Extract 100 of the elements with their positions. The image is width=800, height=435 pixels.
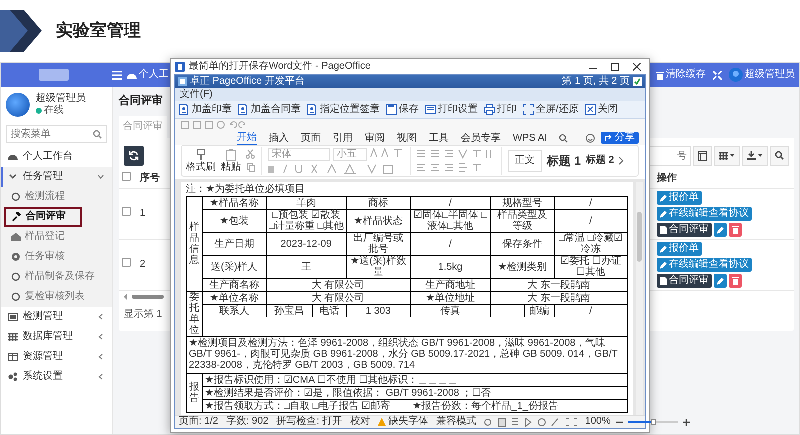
table-cell: 1.5kg: [410, 256, 492, 278]
table-cell-text: 大 东一段鹃南: [526, 292, 592, 304]
table-cell-text: /: [588, 214, 594, 228]
zoom-slider[interactable]: [628, 418, 678, 426]
user-menu[interactable]: 超级管理员: [729, 68, 795, 82]
ribbon-tab[interactable]: 插入: [269, 132, 289, 144]
ribbon-tab[interactable]: 视图: [397, 132, 417, 144]
clear-cache-link[interactable]: 清除缓存: [656, 69, 706, 81]
menu-item[interactable]: 文件(F): [180, 88, 213, 100]
status-item: 缺失字体: [378, 416, 428, 428]
row-checkbox[interactable]: [122, 207, 131, 216]
menu-item[interactable]: 检测管理: [1, 307, 112, 327]
edit-button[interactable]: [714, 222, 727, 237]
chevron-left-icon: [98, 334, 104, 340]
zoom-in-icon[interactable]: [682, 418, 690, 426]
style-preset[interactable]: 标题 1: [547, 154, 582, 168]
logo-image: [39, 69, 69, 81]
zoom-level[interactable]: 100%: [585, 416, 611, 428]
toolbar-button[interactable]: 加盖合同章: [238, 104, 301, 116]
menu-item[interactable]: 个人工作台: [1, 147, 112, 167]
page-setup-icon: [425, 104, 436, 115]
maximize-icon[interactable]: [611, 62, 619, 70]
toolbar-button[interactable]: 加盖印章: [179, 104, 232, 116]
close-icon[interactable]: [633, 62, 641, 70]
delete-button[interactable]: [729, 274, 742, 288]
menu-item[interactable]: 样品登记: [1, 227, 112, 247]
smiley-icon[interactable]: [586, 134, 595, 142]
house-icon: [11, 232, 21, 242]
search-icon[interactable]: [559, 134, 568, 142]
menu-icon[interactable]: [112, 70, 122, 80]
toolbar-button[interactable]: 指定位置签章: [307, 104, 380, 116]
home-link[interactable]: 个人工: [127, 69, 169, 81]
action-button[interactable]: 报价单: [657, 190, 702, 205]
table-cell-text: ★检测结果是否评价：☑是，限值依据： GB/T 9961-2008 ；☐否: [204, 387, 492, 399]
table-toggle-button[interactable]: [693, 146, 712, 166]
review-button[interactable]: 合同评审: [657, 274, 712, 288]
gears-icon: [8, 372, 18, 382]
menu-item[interactable]: 合同评审: [4, 207, 82, 227]
menu-item[interactable]: 任务管理: [1, 167, 112, 187]
select-all-checkbox[interactable]: [122, 172, 131, 182]
format-painter-button[interactable]: 格式刷: [186, 148, 216, 174]
paste-button[interactable]: 粘贴: [221, 148, 241, 174]
menu-item[interactable]: 资源管理: [1, 347, 112, 367]
table-cell-text: ★检测项目及检测方法：色泽 9961-2008，组织状态 GB/T 9961-2008，滋味 9961-2008，气味 GB/T 9961-，肉眼可见杂质 GB 9961-2008，水分 GB 5009.17-2021，总砷 GB 5009. 014，GB/T 22338-2008，克伦特罗 GB/T 2003，GB 5009. 714: [188, 337, 619, 373]
toolbar-button[interactable]: 打印设置: [425, 104, 478, 116]
expand-icon[interactable]: [713, 70, 722, 80]
menu-item[interactable]: 样品制备及保存: [1, 267, 112, 287]
columns-button[interactable]: [714, 146, 740, 166]
ribbon-tab[interactable]: 会员专享: [461, 132, 501, 144]
status-item[interactable]: 校对: [350, 416, 370, 428]
table-cell: 出厂编号或批号: [347, 233, 411, 255]
refresh-icon: [129, 151, 139, 162]
vertical-scrollbar[interactable]: [636, 182, 643, 415]
toolbar-button[interactable]: 全屏/还原: [523, 104, 579, 116]
search-button[interactable]: [770, 146, 789, 166]
refresh-button[interactable]: [124, 146, 144, 166]
export-button[interactable]: [742, 146, 768, 166]
ribbon-tab[interactable]: 页面: [301, 132, 321, 144]
review-button[interactable]: 合同评审: [657, 222, 712, 237]
chevron-right-icon[interactable]: [619, 157, 624, 165]
table-cell: 大 有限公司: [266, 279, 411, 291]
menu-item[interactable]: 任务审核: [1, 247, 112, 267]
ribbon-tab[interactable]: 工具: [429, 132, 449, 144]
share-icon: [605, 134, 613, 142]
stamp-icon: [307, 104, 318, 115]
section-label: 委托单位: [190, 292, 200, 336]
toolbar-button[interactable]: 打印: [484, 104, 517, 116]
status-icon: [633, 77, 642, 86]
action-button[interactable]: 在线编辑查看协议: [657, 206, 752, 221]
ribbon-tab[interactable]: 审阅: [365, 132, 385, 144]
menu-item[interactable]: 数据库管理: [1, 327, 112, 347]
menu-item[interactable]: 系统设置: [1, 367, 112, 387]
row-checkbox[interactable]: [122, 258, 131, 268]
table-cell-text: ★报告份数：每个样品_1_份报告: [412, 400, 560, 412]
toolbar-button[interactable]: 保存: [386, 104, 419, 116]
action-button[interactable]: 报价单: [657, 242, 702, 256]
grid-icon: [8, 332, 18, 342]
toolbar-button[interactable]: 关闭: [584, 104, 618, 116]
style-preset[interactable]: 正文: [508, 150, 542, 172]
table-cell-text: /: [588, 197, 594, 209]
table-cell: 样品类型及等级: [491, 210, 555, 232]
ribbon-tab[interactable]: WPS AI: [513, 132, 548, 144]
menu-item[interactable]: 检测流程: [1, 187, 112, 207]
menu-item[interactable]: 复检审核列表: [1, 287, 112, 307]
table-cell-text: /: [588, 305, 594, 317]
table-cell-text: □常温 □冷藏☑冷冻: [558, 233, 624, 255]
spell-check-toggle[interactable]: 拼写检查: 打开: [276, 416, 342, 428]
action-button[interactable]: 在线编辑查看协议: [657, 258, 752, 272]
chevron-left-icon: [98, 374, 104, 380]
table-cell: ★包装: [203, 210, 267, 232]
table-cell: 生产商名称: [203, 279, 267, 291]
delete-button[interactable]: [729, 222, 742, 237]
search-field[interactable]: 搜索菜单: [6, 125, 107, 143]
share-button[interactable]: 分享: [601, 132, 639, 144]
ribbon-tab[interactable]: 引用: [333, 132, 353, 144]
edit-button[interactable]: [714, 274, 727, 288]
style-preset[interactable]: 标题 2: [586, 155, 614, 167]
status-item: 兼容模式: [436, 416, 476, 428]
search-field[interactable]: 号: [649, 146, 691, 166]
table-cell-text: ★报告标识使用：☑CMA ☐不使用 ☐其他标识：＿＿＿＿: [204, 374, 460, 386]
